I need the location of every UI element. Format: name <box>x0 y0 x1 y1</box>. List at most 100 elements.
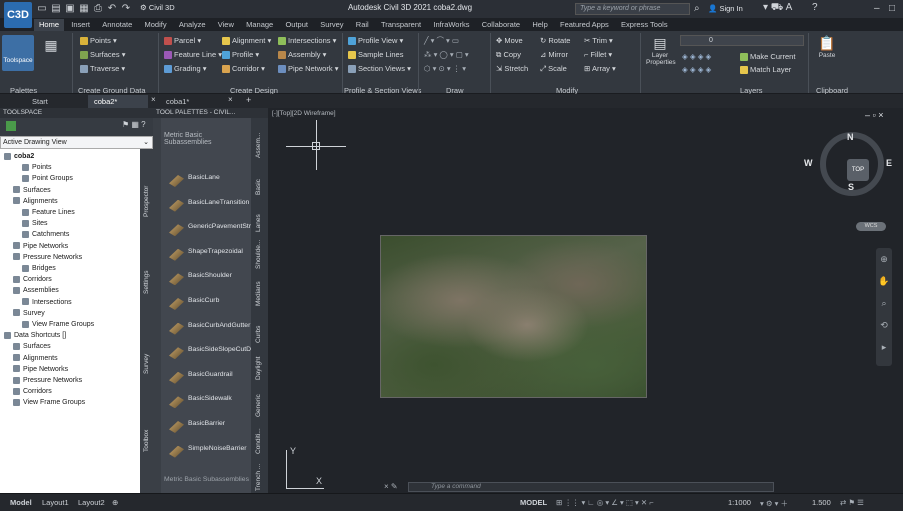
workspace-tools-icons[interactable]: ▾ ⚙ ▾ ＋ <box>760 498 788 509</box>
new-icon[interactable]: ▭ <box>36 3 48 15</box>
satellite-image[interactable] <box>380 235 647 398</box>
tab-express-tools[interactable]: Express Tools <box>616 19 673 31</box>
close-tab-icon[interactable]: × <box>228 95 233 104</box>
active-drawing-view-select[interactable]: Active Drawing View ⌄ <box>0 136 153 149</box>
tree-item[interactable]: Pressure Networks <box>13 253 82 262</box>
sign-in-button[interactable]: 👤 Sign In <box>708 4 743 13</box>
palette-item[interactable]: BasicSideSlopeCutDitch <box>161 343 262 367</box>
palette-side-tab[interactable]: Generic <box>255 394 262 417</box>
polyline-tool[interactable]: ⬡ ▾ ⊙ ▾ ⋮ ▾ <box>424 63 466 74</box>
tab-infraworks[interactable]: InfraWorks <box>428 19 474 31</box>
tab-rail[interactable]: Rail <box>351 19 374 31</box>
palette-item[interactable]: BasicCurb <box>161 294 251 318</box>
palette-item[interactable]: GenericPavementStructure <box>161 220 270 244</box>
doc-tab-start[interactable]: Start <box>26 95 54 108</box>
save-icon[interactable]: ▣ <box>64 3 76 15</box>
add-layout-icon[interactable]: ⊕ <box>112 498 118 507</box>
layer-dropdown[interactable]: 0 <box>680 35 804 46</box>
array-button[interactable]: ⊞ Array ▾ <box>584 63 616 74</box>
tree-item[interactable]: Data Shortcuts [] <box>4 331 66 340</box>
tree-item[interactable]: Feature Lines <box>22 208 75 217</box>
side-tab-settings[interactable]: Settings <box>143 271 150 295</box>
tree-item[interactable]: Assemblies <box>13 286 59 295</box>
model-space-button[interactable]: MODEL <box>520 498 547 507</box>
tab-annotate[interactable]: Annotate <box>97 19 137 31</box>
line-tool[interactable]: ╱ ▾ ⌒ ▾ ▭ <box>424 35 459 46</box>
workspace-switcher[interactable]: ⚙ Civil 3D <box>140 3 175 12</box>
redo-icon[interactable]: ↷ <box>120 3 132 15</box>
assembly-button[interactable]: Assembly ▾ <box>278 49 326 60</box>
section-views-button[interactable]: Section Views ▾ <box>348 63 411 74</box>
help-icon[interactable]: ? <box>812 2 818 13</box>
tab-manage[interactable]: Manage <box>241 19 278 31</box>
match-layer-button[interactable]: Match Layer <box>740 64 791 75</box>
move-button[interactable]: ✥ Move <box>496 35 523 46</box>
palette-side-tab[interactable]: Medians <box>255 281 262 306</box>
parcel-button[interactable]: Parcel ▾ <box>164 35 201 46</box>
tree-item[interactable]: Corridors <box>13 275 52 284</box>
alignment-button[interactable]: Alignment ▾ <box>222 35 271 46</box>
tree-item[interactable]: Survey <box>13 309 45 318</box>
layer-tools-row1[interactable]: ◈ ◈ ◈ ◈ <box>682 51 711 62</box>
tree-item[interactable]: Alignments <box>13 197 58 206</box>
open-icon[interactable]: ▤ <box>50 3 62 15</box>
paste-button[interactable]: 📋 Paste <box>814 35 840 75</box>
copy-button[interactable]: ⧉ Copy <box>496 49 521 60</box>
tab-output[interactable]: Output <box>280 19 313 31</box>
side-tab-prospector[interactable]: Prospector <box>143 186 150 217</box>
doc-tab-coba1[interactable]: coba1* <box>160 95 195 108</box>
save-as-icon[interactable]: ▦ <box>78 3 90 15</box>
tab-collaborate[interactable]: Collaborate <box>477 19 525 31</box>
compass-west[interactable]: W <box>804 158 813 168</box>
viewcube[interactable]: TOP N S W E <box>804 132 892 196</box>
palette-side-tab[interactable]: Daylight <box>255 357 262 380</box>
compass-east[interactable]: E <box>886 158 892 168</box>
tree-item[interactable]: Corridors <box>13 387 52 396</box>
palette-side-tab[interactable]: Assem... <box>255 133 262 158</box>
tree-item[interactable]: Sites <box>22 219 48 228</box>
tree-item[interactable]: Alignments <box>13 354 58 363</box>
compass-south[interactable]: S <box>848 182 854 192</box>
tree-item[interactable]: View Frame Groups <box>22 320 94 329</box>
search-input[interactable]: Type a keyword or phrase <box>575 3 690 15</box>
drawing-viewport[interactable]: [-][Top][2D Wireframe] – ▫ × TOP N S W E… <box>268 108 903 493</box>
palette-item[interactable]: BasicGuardrail <box>161 368 251 392</box>
stretch-button[interactable]: ⇲ Stretch <box>496 63 528 74</box>
intersections-button[interactable]: Intersections ▾ <box>278 35 336 46</box>
feature-line-button[interactable]: Feature Line ▾ <box>164 49 222 60</box>
tab-insert[interactable]: Insert <box>66 19 95 31</box>
wcs-menu[interactable]: WCS <box>856 222 886 231</box>
fillet-button[interactable]: ⌐ Fillet ▾ <box>584 49 612 60</box>
palette-item[interactable]: BasicCurbAndGutter <box>161 319 251 343</box>
search-icon[interactable]: ⌕ <box>694 3 700 14</box>
layer-properties-button[interactable]: ▤ Layer Properties <box>646 35 676 79</box>
palette-item[interactable]: BasicLane <box>161 171 251 195</box>
profile-view-button[interactable]: Profile View ▾ <box>348 35 403 46</box>
palette-side-tab[interactable]: Shoulde... <box>255 240 262 269</box>
palette-item[interactable]: SimpleNoiseBarrier <box>161 442 251 466</box>
palettes-icon[interactable]: ▦ <box>38 37 64 67</box>
hatch-tool[interactable]: ⁂ ▾ ◯ ▾ ▢ ▾ <box>424 49 469 60</box>
tree-item[interactable]: Surfaces <box>13 186 51 195</box>
palette-side-tab[interactable]: Trench ... <box>255 464 262 491</box>
side-tab-toolbox[interactable]: Toolbox <box>143 430 150 452</box>
application-menu-button[interactable]: C3D <box>4 2 32 28</box>
new-tab-icon[interactable]: + <box>246 95 251 105</box>
maximize-icon[interactable]: □ <box>889 3 895 14</box>
toolspace-button[interactable]: Toolspace <box>2 35 34 71</box>
tab-transparent[interactable]: Transparent <box>376 19 426 31</box>
toolspace-icon[interactable] <box>6 121 16 131</box>
scale-button[interactable]: ⤢ Scale <box>540 63 567 74</box>
compass-north[interactable]: N <box>847 132 854 142</box>
print-icon[interactable]: ⎙ <box>92 3 104 15</box>
palette-item[interactable]: BasicSidewalk <box>161 392 251 416</box>
palette-side-tab[interactable]: Lanes <box>255 214 262 232</box>
corridor-button[interactable]: Corridor ▾ <box>222 63 265 74</box>
tree-item[interactable]: Pipe Networks <box>13 365 68 374</box>
tree-item[interactable]: View Frame Groups <box>13 398 85 407</box>
tree-item[interactable]: Surfaces <box>13 342 51 351</box>
tree-item[interactable]: Bridges <box>22 264 56 273</box>
traverse-button[interactable]: Traverse ▾ <box>80 63 125 74</box>
pipe-network-button[interactable]: Pipe Network ▾ <box>278 63 338 74</box>
palette-item[interactable]: BasicLaneTransition <box>161 196 251 220</box>
